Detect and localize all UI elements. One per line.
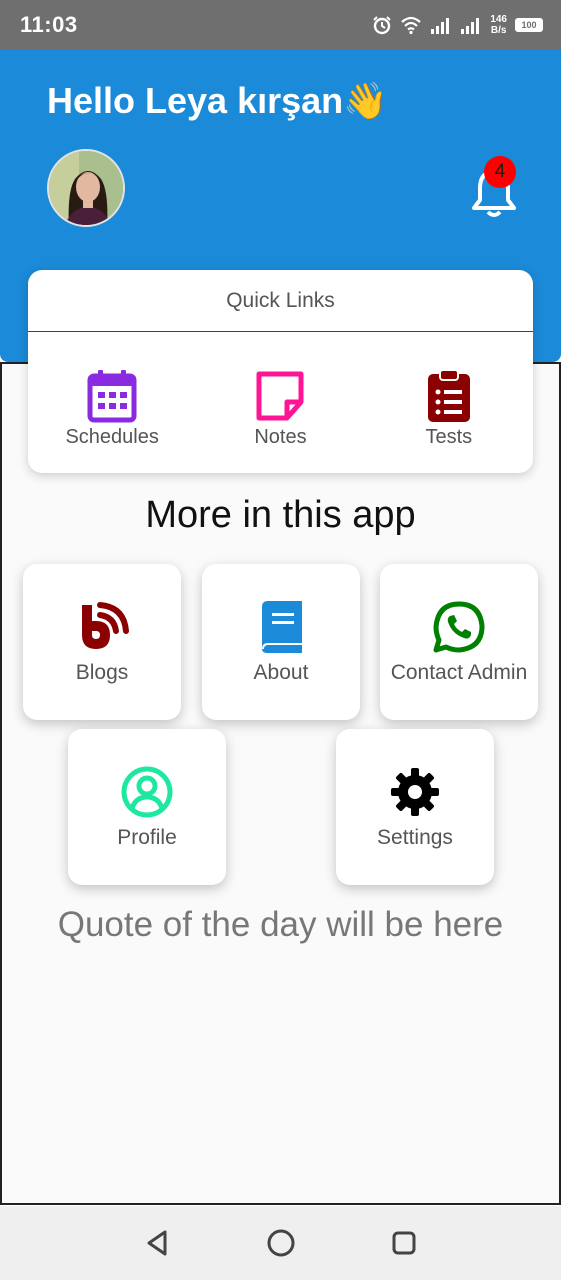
- quick-link-notes[interactable]: Notes: [200, 368, 360, 449]
- network-speed-unit: B/s: [490, 25, 507, 36]
- system-nav-bar: [0, 1206, 561, 1280]
- battery-icon: 100: [515, 18, 543, 32]
- tile-label: About: [253, 661, 309, 684]
- recents-icon[interactable]: [389, 1228, 419, 1258]
- signal-icon: [461, 18, 480, 34]
- tile-label: Profile: [117, 826, 177, 849]
- quote-of-the-day: Quote of the day will be here: [57, 905, 504, 944]
- user-circle-icon: [121, 766, 173, 818]
- section-title: More in this app: [145, 494, 416, 536]
- wifi-icon: [401, 16, 422, 35]
- status-icons: 146 B/s 100: [372, 14, 543, 36]
- notification-badge: 4: [484, 156, 516, 188]
- avatar[interactable]: [47, 149, 125, 227]
- tile-settings[interactable]: Settings: [336, 729, 494, 885]
- note-icon: [256, 371, 304, 421]
- quick-link-label: Tests: [425, 426, 473, 448]
- book-icon: [262, 601, 302, 653]
- clipboard-list-icon: [427, 369, 470, 422]
- tile-about[interactable]: About: [202, 564, 360, 720]
- blog-icon: [82, 602, 129, 649]
- quick-link-label: Schedules: [65, 426, 159, 448]
- tile-label: Contact Admin: [390, 661, 528, 684]
- battery-level: 100: [521, 20, 537, 30]
- home-icon[interactable]: [265, 1227, 297, 1259]
- tile-label: Blogs: [75, 661, 129, 684]
- quick-links-card: Quick Links Schedules Notes Tests: [28, 270, 533, 473]
- back-icon[interactable]: [143, 1228, 173, 1258]
- avatar-image: [49, 151, 123, 225]
- calendar-icon: [87, 370, 137, 423]
- whatsapp-icon: [433, 601, 485, 653]
- network-speed: 146 B/s: [490, 14, 507, 36]
- tile-label: Settings: [377, 826, 453, 849]
- tile-profile[interactable]: Profile: [68, 729, 226, 885]
- tile-blogs[interactable]: Blogs: [23, 564, 181, 720]
- quick-links-row: Schedules Notes Tests: [28, 332, 533, 449]
- quick-link-tests[interactable]: Tests: [369, 368, 529, 449]
- tile-contact-admin[interactable]: Contact Admin: [380, 564, 538, 720]
- network-speed-value: 146: [490, 14, 507, 25]
- notification-button[interactable]: 4: [468, 156, 520, 218]
- alarm-icon: [373, 16, 392, 35]
- status-bar: 11:03 146 B/s 100: [0, 0, 561, 50]
- greeting: Hello Leya kırşan👋: [47, 80, 388, 121]
- status-time: 11:03: [20, 12, 78, 37]
- quick-link-schedules[interactable]: Schedules: [32, 368, 192, 449]
- gear-icon: [391, 768, 439, 816]
- quick-link-label: Notes: [254, 426, 307, 448]
- quick-links-title: Quick Links: [28, 270, 533, 332]
- signal-icon: [431, 18, 450, 34]
